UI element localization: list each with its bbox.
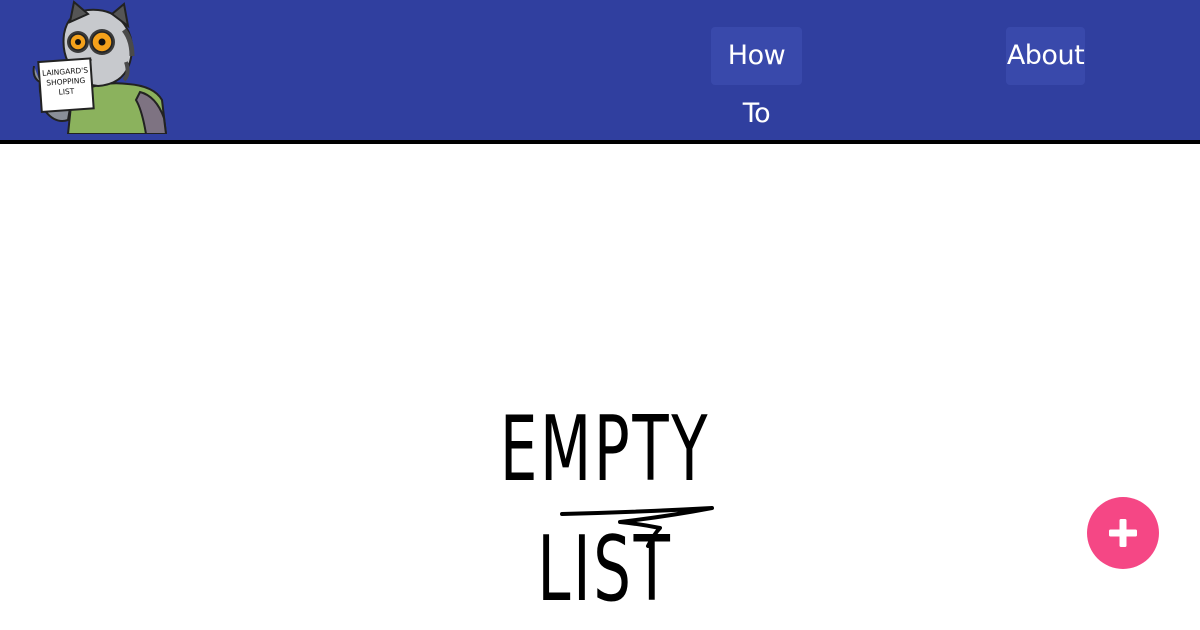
squiggle-underline-icon xyxy=(560,506,714,548)
lemur-mascot-logo[interactable]: LAINGARD'S SHOPPING LIST xyxy=(28,0,168,134)
add-item-button[interactable] xyxy=(1087,497,1159,569)
app-header: LAINGARD'S SHOPPING LIST How To About xyxy=(0,0,1200,144)
nav-how-to-button[interactable]: How To xyxy=(711,27,802,129)
plus-icon xyxy=(1109,519,1137,547)
empty-list-state: EMPTY LIST xyxy=(400,390,810,622)
logo-sign-line-3: LIST xyxy=(58,87,75,97)
nav-about-button[interactable]: About xyxy=(1006,27,1085,85)
